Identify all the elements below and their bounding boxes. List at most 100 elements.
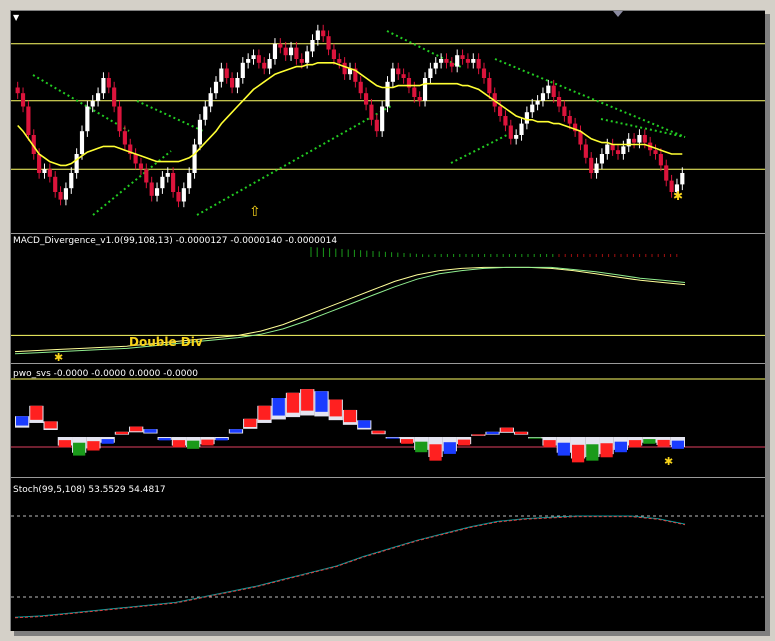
- candle-body-9: [63, 188, 68, 200]
- pwo-bar-8: [130, 426, 143, 432]
- trendline-5: [450, 132, 512, 164]
- pwo-bar-39: [571, 444, 585, 463]
- pwo-bar-31: [457, 439, 471, 446]
- pwo-pane[interactable]: ✱: [11, 365, 765, 477]
- pwo-bar-45: [657, 439, 670, 447]
- pwo-bar-19: [286, 392, 300, 413]
- candle-body-80: [444, 59, 449, 63]
- pwo-bar-21: [315, 391, 328, 412]
- candle-body-86: [476, 59, 481, 69]
- candle-body-124: [680, 173, 685, 185]
- pwo-bar-27: [400, 439, 414, 444]
- macd-pane[interactable]: ✱: [11, 235, 765, 363]
- pwo-bar-33: [486, 431, 499, 435]
- candle-body-115: [632, 138, 637, 143]
- candle-body-119: [653, 150, 658, 154]
- candle-body-13: [85, 106, 90, 132]
- candle-body-75: [417, 97, 422, 101]
- candle-body-22: [133, 154, 138, 164]
- candle-body-40: [230, 78, 235, 88]
- candle-body-29: [171, 173, 176, 192]
- candle-body-107: [589, 157, 594, 173]
- candle-body-57: [321, 30, 326, 37]
- candle-body-28: [165, 173, 170, 177]
- candle-body-52: [294, 47, 299, 59]
- candle-body-44: [251, 55, 256, 59]
- candle-body-102: [562, 106, 567, 116]
- pwo-bar-1: [30, 405, 43, 420]
- candle-body-36: [208, 93, 213, 107]
- pwo-bar-37: [543, 440, 556, 448]
- candle-body-109: [599, 154, 604, 164]
- candle-body-77: [428, 68, 433, 78]
- candle-body-50: [283, 47, 288, 56]
- candle-body-55: [310, 40, 315, 52]
- candle-body-18: [112, 87, 117, 107]
- candle-body-51: [288, 47, 294, 56]
- pwo-bar-13: [201, 439, 214, 446]
- stoch-pane[interactable]: [11, 479, 765, 629]
- candle-body-17: [106, 78, 111, 88]
- candle-body-82: [455, 55, 460, 67]
- pwo-bar-20: [301, 389, 314, 411]
- pane-divider-3[interactable]: [11, 477, 765, 478]
- chart-canvas[interactable]: ▼ ⇧ ✱ ✱ MACD_Divergence_v1.0(99,108,13) -…: [10, 10, 765, 631]
- candle-body-43: [246, 59, 251, 63]
- candle-body-45: [256, 55, 261, 63]
- candle-body-41: [235, 78, 240, 88]
- pwo-bar-11: [172, 440, 186, 448]
- pwo-bar-23: [343, 409, 357, 423]
- pwo-bar-35: [514, 431, 528, 435]
- candle-body-92: [508, 125, 513, 139]
- candle-body-83: [460, 55, 465, 59]
- trendline-4: [386, 30, 462, 68]
- asterisk-icon: ✱: [54, 351, 63, 363]
- candle-body-113: [621, 146, 626, 154]
- candle-body-66: [369, 104, 374, 120]
- candle-body-120: [658, 154, 663, 166]
- candle-body-54: [305, 51, 310, 63]
- pwo-bar-7: [115, 431, 129, 435]
- candle-body-8: [58, 192, 63, 200]
- pwo-bar-24: [358, 420, 371, 428]
- candle-body-19: [117, 106, 122, 132]
- pane-divider-2[interactable]: [11, 363, 765, 364]
- stoch-series-line-0: [14, 515, 686, 618]
- candle-body-101: [556, 97, 562, 107]
- candle-body-2: [26, 106, 31, 135]
- candle-body-37: [213, 81, 219, 94]
- double-div-annotation: Double Div: [129, 335, 203, 349]
- macd-series-line-0: [14, 266, 686, 353]
- pwo-bar-26: [386, 437, 399, 439]
- candle-body-71: [396, 68, 401, 75]
- candle-body-87: [481, 68, 487, 78]
- candle-body-4: [37, 154, 42, 173]
- candle-body-116: [637, 135, 642, 143]
- pwo-bar-4: [73, 442, 86, 456]
- candle-body-56: [315, 30, 320, 40]
- candle-body-91: [503, 116, 508, 126]
- pwo-bar-14: [215, 438, 228, 441]
- pwo-bar-25: [372, 430, 385, 434]
- candle-body-78: [433, 62, 438, 69]
- pane-divider-1[interactable]: [11, 233, 765, 234]
- candle-body-94: [519, 123, 524, 135]
- asterisk-icon: ✱: [673, 189, 683, 203]
- candle-body-14: [90, 100, 95, 107]
- up-arrow-icon: ⇧: [249, 204, 261, 220]
- trendline-3: [136, 100, 204, 132]
- candle-body-64: [358, 81, 363, 94]
- pwo-bar-10: [158, 438, 171, 441]
- candle-body-42: [240, 62, 245, 78]
- pwo-bar-16: [244, 418, 257, 427]
- candle-body-65: [364, 93, 369, 105]
- pwo-bar-38: [557, 442, 570, 456]
- candle-body-33: [192, 144, 197, 173]
- candle-body-112: [615, 150, 621, 154]
- candle-body-68: [380, 106, 385, 132]
- candle-body-97: [535, 100, 540, 105]
- candle-body-61: [342, 62, 347, 75]
- candle-body-11: [74, 154, 79, 173]
- price-pane[interactable]: ⇧✱: [11, 11, 765, 233]
- pwo-bar-5: [87, 441, 100, 451]
